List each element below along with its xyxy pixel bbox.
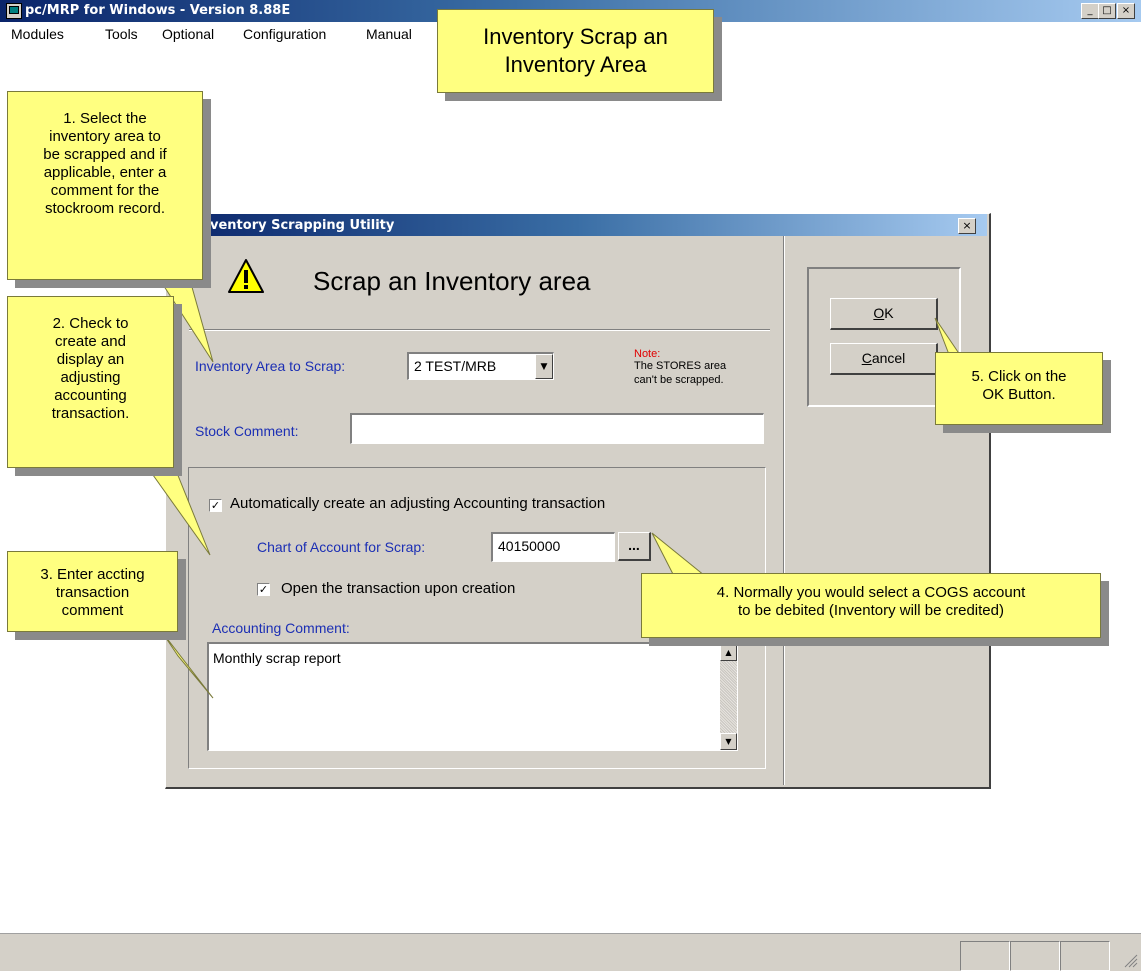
auto-create-label[interactable]: Automatically create an adjusting Accoun… [230,495,605,512]
callout-line: 4. Normally you would select a COGS acco… [716,584,1026,601]
status-pane [1010,941,1060,971]
menu-configuration[interactable]: Configuration [243,26,326,42]
step3-callout: 3. Enter accting transaction comment [7,551,178,632]
dialog-titlebar: ventory Scrapping Utility × [166,214,987,236]
app-icon[interactable] [6,3,22,19]
ok-label: K [884,305,894,321]
menu-optional[interactable]: Optional [162,26,214,42]
warning-icon [228,259,264,293]
stock-comment-label: Stock Comment: [195,423,299,439]
callout-line: stockroom record. [44,200,166,217]
callout-line: Inventory Area [504,52,647,77]
separator [783,236,785,785]
dialog-close-button[interactable]: × [958,218,976,234]
callout-line: be scrapped and if [43,146,167,163]
callout-line: comment for the [50,182,160,199]
accounting-comment-label: Accounting Comment: [212,620,350,636]
app-title: pc/MRP for Windows - Version 8.88E [25,3,291,18]
close-button[interactable]: × [1117,3,1135,19]
auto-create-checkbox[interactable]: ✓ [209,499,222,512]
stock-comment-input[interactable] [350,413,764,444]
scroll-down-icon[interactable]: ▼ [720,733,737,750]
step1-callout: 1. Select the inventory area to be scrap… [7,91,203,280]
dialog-title: ventory Scrapping Utility [210,218,395,233]
browse-account-button[interactable]: ... [618,532,651,561]
callout-line: transaction. [51,405,130,422]
cancel-mnemonic: C [861,350,872,366]
callout-line: Inventory Scrap an [483,24,668,49]
callout-line: adjusting [60,369,121,386]
maximize-button[interactable]: □ [1098,3,1116,19]
cancel-label: ancel [871,350,906,366]
dialog-heading: Scrap an Inventory area [313,266,591,296]
chart-account-label: Chart of Account for Scrap: [257,539,426,555]
callout-line: applicable, enter a [43,164,167,181]
accounting-comment-textarea[interactable]: Monthly scrap report ▲ ▼ [207,642,738,751]
step5-callout: 5. Click on the OK Button. [935,352,1103,425]
status-bar [0,933,1141,971]
callout-line: to be debited (Inventory will be credite… [738,602,1004,619]
callout-line: 1. Select the [63,110,147,127]
status-pane [1060,941,1110,971]
note-line: can't be scrapped. [634,374,724,386]
title-callout: Inventory Scrap an Inventory Area [437,9,714,93]
inventory-scrapping-dialog: ventory Scrapping Utility × Scrap an Inv… [165,213,991,789]
callout-line: inventory area to [49,128,161,145]
status-pane [960,941,1010,971]
chevron-down-icon[interactable]: ▼ [535,354,553,379]
menu-modules[interactable]: Modules [11,26,64,42]
chart-account-input[interactable]: 40150000 [491,532,615,562]
ok-mnemonic: O [873,305,885,321]
scroll-up-icon[interactable]: ▲ [720,644,737,661]
callout-line: OK Button. [982,386,1056,403]
inventory-area-dropdown[interactable]: 2 TEST/MRB ▼ [407,352,554,380]
callout-line: comment [61,602,124,619]
chart-account-value: 40150000 [498,538,561,554]
inventory-area-label: Inventory Area to Scrap: [195,358,346,374]
scrollbar[interactable]: ▲ ▼ [720,644,737,750]
ok-button[interactable]: OK [830,298,938,330]
note-label: Note: [634,348,661,360]
callout-line: create and [55,333,126,350]
note-line: The STORES area [634,360,727,372]
menu-manual[interactable]: Manual [366,26,412,42]
callout-line: 3. Enter accting [40,566,145,583]
separator [189,329,770,331]
resize-grip-icon[interactable] [1122,952,1138,968]
open-transaction-checkbox[interactable]: ✓ [257,583,270,596]
step2-callout: 2. Check to create and display an adjust… [7,296,174,468]
open-transaction-label[interactable]: Open the transaction upon creation [281,580,515,597]
callout-line: transaction [55,584,130,601]
inventory-area-value: 2 TEST/MRB [414,358,497,374]
callout-line: accounting [54,387,127,404]
accounting-comment-value: Monthly scrap report [213,650,341,666]
callout-line: 5. Click on the [971,368,1067,385]
callout-line: 2. Check to [52,315,129,332]
step4-callout: 4. Normally you would select a COGS acco… [641,573,1101,638]
menu-tools[interactable]: Tools [105,26,138,42]
callout-line: display an [56,351,125,368]
cancel-button[interactable]: Cancel [830,343,938,375]
minimize-button[interactable]: _ [1081,3,1099,19]
